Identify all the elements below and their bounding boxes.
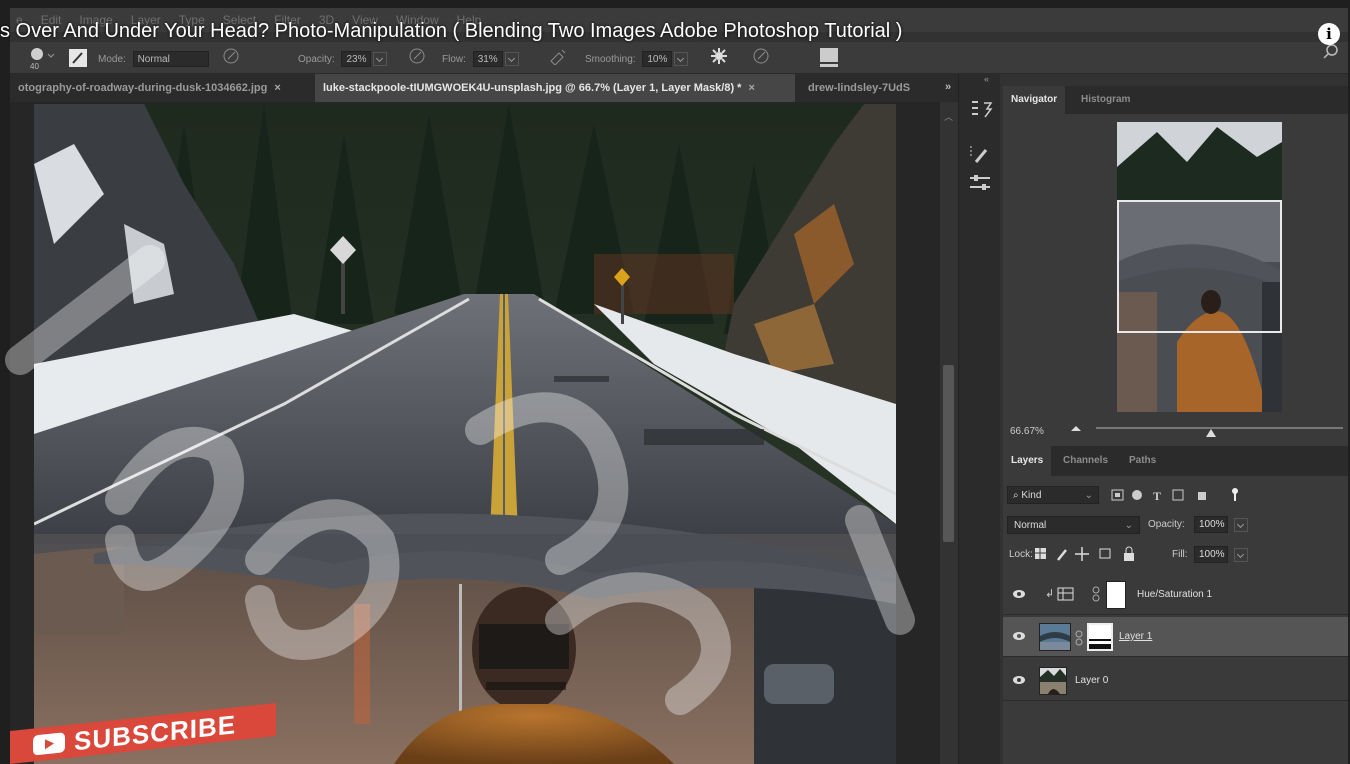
chevron-down-icon: ⌄ xyxy=(1124,520,1133,531)
layer-name[interactable]: Layer 1 xyxy=(1119,631,1152,642)
tab-label: drew-lindsley-7UdS xyxy=(808,82,911,94)
lock-icons xyxy=(1032,545,1162,566)
flow-field[interactable]: 31% xyxy=(472,51,503,67)
smoothing-label: Smoothing: xyxy=(585,54,636,65)
brush-size: 40 xyxy=(30,62,39,71)
collapse-panels-icon[interactable]: « xyxy=(984,74,989,84)
tab-luke-stackpoole[interactable]: luke-stackpoole-tIUMGWOEK4U-unsplash.jpg… xyxy=(315,74,795,102)
layer-opacity-field[interactable]: 100% xyxy=(1194,516,1228,533)
mode-select[interactable]: Normal xyxy=(132,51,209,67)
layer-thumbnail[interactable] xyxy=(1039,623,1071,651)
chevron-down-icon: ⌄ xyxy=(1084,490,1093,501)
layer-row-layer-0[interactable]: Layer 0 xyxy=(1003,661,1348,701)
zoom-value[interactable]: 66.67% xyxy=(1010,426,1044,437)
layer-filter-icons: T xyxy=(1110,487,1260,506)
airbrush-mode-icon[interactable] xyxy=(548,47,568,68)
tab-drew-lindsley[interactable]: drew-lindsley-7UdS xyxy=(800,74,922,102)
tab-histogram[interactable]: Histogram xyxy=(1073,86,1138,114)
tab-layers[interactable]: Layers xyxy=(1003,446,1052,476)
layer-mask-thumbnail[interactable] xyxy=(1106,581,1126,609)
zoom-slider[interactable] xyxy=(1096,427,1343,429)
adjustments-icon[interactable] xyxy=(964,172,996,194)
tabs-overflow-icon[interactable]: » xyxy=(945,81,951,93)
adjustment-layer-icon xyxy=(1057,586,1075,605)
opacity-control[interactable]: Opacity: 23% xyxy=(298,51,388,67)
layer-mask-thumbnail[interactable] xyxy=(1087,623,1113,651)
mode-label: Mode: xyxy=(98,54,126,65)
layer-row-hue-saturation[interactable]: ↲ Hue/Saturation 1 xyxy=(1003,575,1348,615)
tab-label: luke-stackpoole-tIUMGWOEK4U-unsplash.jpg… xyxy=(323,82,742,94)
airbrush-icon[interactable] xyxy=(408,47,426,68)
smoothing-dropdown-icon[interactable] xyxy=(674,52,689,67)
opacity-dropdown-icon[interactable] xyxy=(1234,518,1248,532)
flow-label: Flow: xyxy=(442,54,466,65)
info-icon[interactable]: i xyxy=(1318,23,1340,45)
youtube-play-icon xyxy=(33,732,65,756)
opacity-field[interactable]: 23% xyxy=(341,51,372,67)
smoothing-options-gear-icon[interactable] xyxy=(710,47,728,68)
tab-label: otography-of-roadway-during-dusk-1034662… xyxy=(18,82,268,94)
history-panel-icon[interactable] xyxy=(964,98,996,120)
scroll-up-icon[interactable]: ︿ xyxy=(944,110,953,123)
pressure-opacity-icon[interactable] xyxy=(222,47,240,68)
panel-dock-strip xyxy=(958,74,1000,764)
visibility-eye-icon[interactable] xyxy=(1013,632,1025,640)
symmetry-icon[interactable] xyxy=(816,42,842,73)
link-icon[interactable] xyxy=(1075,630,1083,649)
brush-panel-icon[interactable] xyxy=(68,48,88,71)
layer-thumbnail[interactable] xyxy=(1039,667,1067,695)
pixel-filter-icon xyxy=(1111,489,1124,501)
layer-row-layer-1[interactable]: Layer 1 xyxy=(1003,617,1348,657)
tab-roadway-dusk[interactable]: otography-of-roadway-during-dusk-1034662… xyxy=(10,74,312,102)
smoothing-field[interactable]: 10% xyxy=(642,51,673,67)
zoom-slider-handle[interactable] xyxy=(1206,429,1216,437)
search-icon[interactable] xyxy=(1323,44,1339,60)
opacity-dropdown-icon[interactable] xyxy=(373,52,388,67)
svg-text:T: T xyxy=(1153,489,1161,503)
zoom-row: 66.67% xyxy=(1003,418,1348,444)
tab-paths[interactable]: Paths xyxy=(1121,446,1164,476)
mode-control[interactable]: Mode: Normal xyxy=(98,51,209,67)
fill-label: Fill: xyxy=(1172,549,1188,560)
tab-navigator[interactable]: Navigator xyxy=(1003,86,1066,114)
navigator-view-box[interactable] xyxy=(1117,200,1282,333)
close-icon[interactable]: × xyxy=(274,82,280,94)
kind-label: Kind xyxy=(1021,490,1042,501)
visibility-eye-icon[interactable] xyxy=(1013,590,1025,598)
tab-channels[interactable]: Channels xyxy=(1055,446,1116,476)
navigator-tab-bar: Navigator Histogram xyxy=(1003,86,1348,114)
document-canvas[interactable] xyxy=(34,104,896,764)
fill-dropdown-icon[interactable] xyxy=(1234,548,1248,562)
video-title: s Over And Under Your Head? Photo-Manipu… xyxy=(0,20,903,42)
layer-filter-kind[interactable]: ⌕ Kind ⌄ xyxy=(1007,486,1099,504)
visibility-eye-icon[interactable] xyxy=(1013,676,1025,684)
layer-fill-field[interactable]: 100% xyxy=(1194,546,1228,563)
zoom-out-icon[interactable] xyxy=(1070,424,1082,432)
link-icon[interactable] xyxy=(1092,586,1100,605)
blend-mode-select[interactable]: Normal ⌄ xyxy=(1007,516,1140,534)
close-icon[interactable]: × xyxy=(748,82,754,94)
scrollbar-thumb[interactable] xyxy=(943,365,954,542)
opacity-label: Opacity: xyxy=(298,54,335,65)
layer-name[interactable]: Layer 0 xyxy=(1075,675,1108,686)
options-bar: 40 Mode: Normal Opacity: 23% Flow: 31% S… xyxy=(10,42,1348,74)
flow-dropdown-icon[interactable] xyxy=(504,52,519,67)
smoothing-control[interactable]: Smoothing: 10% xyxy=(585,51,689,67)
layer-name[interactable]: Hue/Saturation 1 xyxy=(1137,589,1212,600)
blend-mode-value: Normal xyxy=(1014,520,1047,531)
brush-settings-icon[interactable] xyxy=(964,144,996,166)
clipping-arrow-icon: ↲ xyxy=(1045,588,1055,600)
brush-angle-icon[interactable] xyxy=(752,47,770,68)
layers-tab-bar: Layers Channels Paths xyxy=(1003,446,1348,476)
document-tab-bar: otography-of-roadway-during-dusk-1034662… xyxy=(10,74,958,102)
flow-control[interactable]: Flow: 31% xyxy=(442,51,519,67)
